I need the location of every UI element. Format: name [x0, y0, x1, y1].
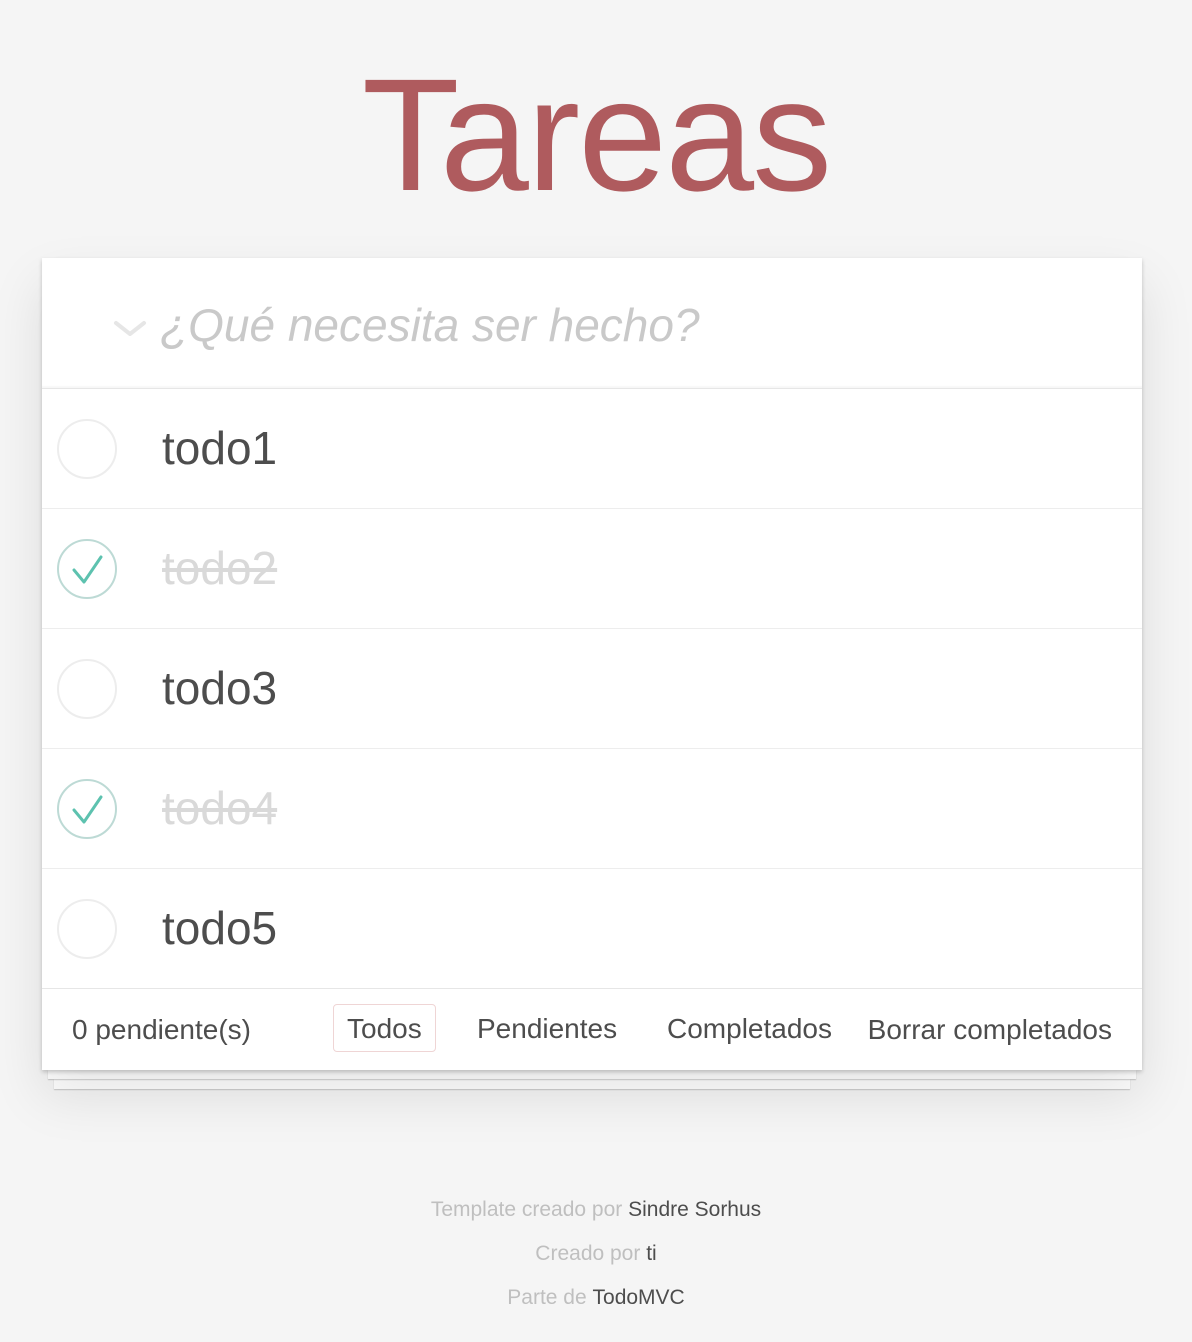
- chevron-down-icon[interactable]: [112, 310, 148, 346]
- todo-label[interactable]: todo4: [162, 749, 277, 868]
- stack-shadow-2: [54, 1079, 1130, 1089]
- todo-count: 0 pendiente(s): [72, 1014, 252, 1045]
- todo-card: todo1 todo2 todo3: [42, 258, 1142, 1070]
- circle-icon[interactable]: [57, 659, 117, 719]
- todo-list: todo1 todo2 todo3 todo4 todo5: [42, 389, 1142, 989]
- filter-active-link[interactable]: Pendientes: [463, 1004, 631, 1052]
- circle-icon[interactable]: [57, 419, 117, 479]
- app-title: Tareas: [361, 45, 832, 224]
- todo-footer: 0 pendiente(s) Todos Pendientes Completa…: [42, 988, 1142, 1071]
- info-part-text: Parte de: [507, 1286, 593, 1309]
- todo-item: todo3: [42, 629, 1142, 749]
- filter-all-link[interactable]: Todos: [333, 1004, 436, 1052]
- info-created-line: Creado por ti: [0, 1236, 1192, 1280]
- todo-label[interactable]: todo1: [162, 389, 277, 508]
- info-part-line: Parte de TodoMVC: [0, 1280, 1192, 1324]
- todo-label[interactable]: todo2: [162, 509, 277, 628]
- checkmark-circle-icon[interactable]: [57, 539, 117, 599]
- clear-completed-button[interactable]: Borrar completados: [868, 989, 1112, 1071]
- todo-item: todo4: [42, 749, 1142, 869]
- info-template-text: Template creado por: [430, 1198, 629, 1221]
- todo-label[interactable]: todo5: [162, 869, 277, 988]
- todo-item: todo5: [42, 869, 1142, 989]
- new-todo-input[interactable]: [160, 280, 1120, 370]
- todo-item: todo1: [42, 389, 1142, 509]
- todomvc-link[interactable]: TodoMVC: [593, 1286, 685, 1309]
- info-created-text: Creado por: [535, 1242, 647, 1265]
- stack-shadow-1: [48, 1070, 1136, 1079]
- filter-completed-link[interactable]: Completados: [653, 1004, 846, 1052]
- circle-icon[interactable]: [57, 899, 117, 959]
- todo-header: [42, 258, 1142, 389]
- creator-link[interactable]: ti: [646, 1242, 657, 1265]
- todo-item: todo2: [42, 509, 1142, 629]
- info-footer: Template creado por Sindre Sorhus Creado…: [0, 1192, 1192, 1324]
- checkmark-circle-icon[interactable]: [57, 779, 117, 839]
- author-link[interactable]: Sindre Sorhus: [628, 1198, 761, 1221]
- todo-label[interactable]: todo3: [162, 629, 277, 748]
- info-template-line: Template creado por Sindre Sorhus: [0, 1192, 1192, 1236]
